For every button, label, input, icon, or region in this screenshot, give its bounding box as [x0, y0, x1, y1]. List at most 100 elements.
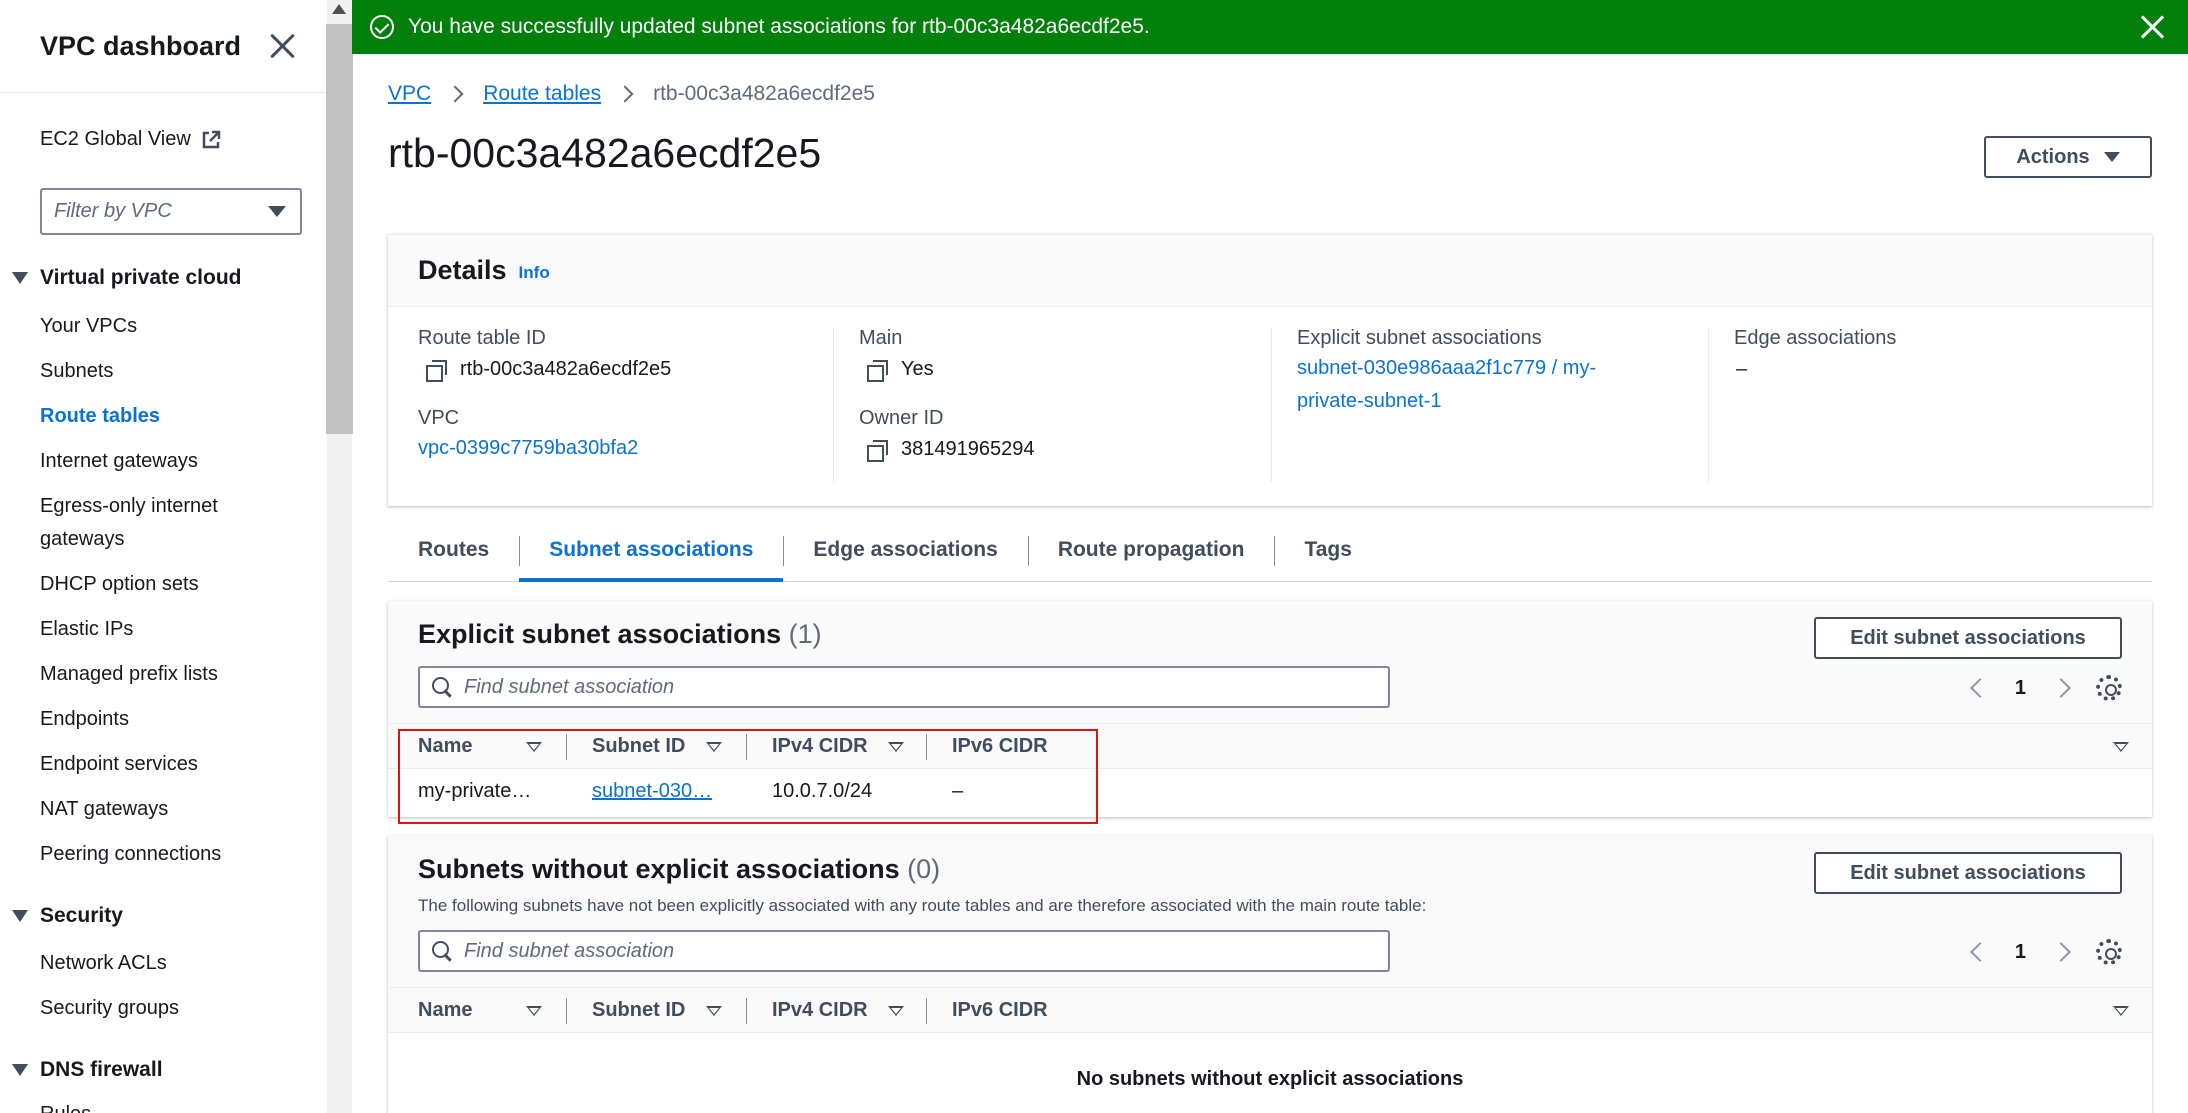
- caret-down-icon: [12, 1064, 28, 1076]
- success-flash-banner: You have successfully updated subnet ass…: [352, 0, 2188, 54]
- implicit-description: The following subnets have not been expl…: [418, 896, 1427, 915]
- sidebar-item-endpoints[interactable]: Endpoints: [40, 703, 300, 736]
- details-col-2: Main Yes Owner ID 381491965294: [833, 327, 1258, 482]
- tab-edge-associations[interactable]: Edge associations: [783, 528, 1027, 582]
- scroll-up-arrow-icon[interactable]: [332, 4, 346, 14]
- dismiss-icon[interactable]: [2140, 15, 2164, 39]
- sidebar-item-internet-gateways[interactable]: Internet gateways: [40, 445, 300, 478]
- filter-placeholder: Filter by VPC: [54, 200, 172, 222]
- section-virtual-private-cloud[interactable]: Virtual private cloud: [12, 266, 242, 290]
- column-divider[interactable]: [566, 998, 567, 1024]
- explicit-associations-label: Explicit subnet associations: [1297, 327, 1542, 349]
- tab-list: Routes Subnet associations Edge associat…: [388, 528, 2152, 582]
- sidebar-header: VPC dashboard: [0, 0, 327, 93]
- filter-by-vpc-select[interactable]: Filter by VPC: [40, 188, 302, 235]
- chevron-right-icon: [616, 85, 634, 103]
- sidebar-item-managed-prefix-lists[interactable]: Managed prefix lists: [40, 658, 300, 691]
- settings-gear-icon[interactable]: [2096, 675, 2122, 701]
- sidebar-item-endpoint-services[interactable]: Endpoint services: [40, 748, 300, 781]
- sidebar-item-dhcp-option-sets[interactable]: DHCP option sets: [40, 568, 300, 601]
- edit-subnet-associations-button[interactable]: Edit subnet associations: [1814, 617, 2122, 659]
- search-input[interactable]: Find subnet association: [418, 930, 1390, 972]
- col-header-subnet-id[interactable]: Subnet ID: [592, 999, 685, 1022]
- section-security[interactable]: Security: [12, 904, 123, 928]
- settings-gear-icon[interactable]: [2096, 939, 2122, 965]
- caret-down-icon: [2103, 152, 2120, 162]
- sidebar-title: VPC dashboard: [40, 30, 242, 61]
- column-options-icon[interactable]: [2113, 1006, 2129, 1016]
- main: Yes: [901, 358, 934, 380]
- sort-icon[interactable]: [526, 1006, 542, 1016]
- col-header-name[interactable]: Name: [418, 999, 472, 1022]
- info-link[interactable]: Info: [519, 263, 550, 283]
- copy-icon[interactable]: [426, 359, 447, 382]
- chevron-left-icon[interactable]: [1969, 678, 1990, 698]
- search-placeholder: Find subnet association: [464, 675, 675, 698]
- sidebar-item-peering-connections[interactable]: Peering connections: [40, 838, 300, 871]
- sort-icon[interactable]: [706, 1006, 722, 1016]
- col-header-ipv4-cidr[interactable]: IPv4 CIDR: [772, 999, 868, 1022]
- sidebar-item-egress-only-internet-gateways[interactable]: Egress-only internet gateways: [40, 490, 300, 556]
- page-number[interactable]: 1: [2015, 677, 2026, 700]
- sidebar-item-your-vpcs[interactable]: Your VPCs: [40, 310, 300, 343]
- explicit-title-text: Explicit subnet associations: [418, 619, 782, 649]
- external-link-icon: [202, 130, 221, 148]
- chevron-left-icon[interactable]: [1969, 942, 1990, 962]
- vpc-label: VPC: [418, 407, 460, 429]
- highlight-box: [398, 729, 1098, 824]
- owner-id: 381491965294: [901, 438, 1035, 460]
- tab-routes[interactable]: Routes: [388, 528, 519, 582]
- explicit-associations-link[interactable]: subnet-030e986aaa2f1c779 / my- private-s…: [1297, 352, 1708, 418]
- edge-associations-value: –: [1736, 358, 1748, 380]
- ec2-global-view-link[interactable]: EC2 Global View: [40, 128, 221, 151]
- explicit-table-title: Explicit subnet associations (1): [418, 619, 822, 650]
- explicit-link-line-2: private-subnet-1: [1297, 390, 1442, 412]
- edge-associations-label: Edge associations: [1734, 327, 1897, 349]
- sidebar-item-security-groups[interactable]: Security groups: [40, 992, 300, 1025]
- section-label: DNS firewall: [40, 1058, 163, 1081]
- breadcrumb-vpc[interactable]: VPC: [388, 82, 431, 106]
- sidebar-item-route-tables[interactable]: Route tables: [40, 400, 300, 433]
- section-dns-firewall[interactable]: DNS firewall: [12, 1058, 163, 1082]
- implicit-column-headers: Name Subnet ID IPv4 CIDR IPv6 CIDR: [388, 988, 2152, 1033]
- sort-icon[interactable]: [888, 1006, 904, 1016]
- flash-message: You have successfully updated subnet ass…: [408, 15, 1150, 38]
- explicit-table-header: Explicit subnet associations (1) Edit su…: [388, 601, 2152, 724]
- actions-label: Actions: [2016, 145, 2090, 168]
- section-label: Security: [40, 904, 123, 927]
- chevron-right-icon[interactable]: [2051, 678, 2071, 698]
- tab-tags[interactable]: Tags: [1274, 528, 1381, 582]
- copy-icon[interactable]: [867, 439, 888, 462]
- tab-subnet-associations[interactable]: Subnet associations: [519, 528, 784, 582]
- sidebar-item-elastic-ips[interactable]: Elastic IPs: [40, 613, 300, 646]
- col-label: IPv6 CIDR: [952, 998, 1048, 1021]
- vpc-link[interactable]: vpc-0399c7759ba30bfa2: [418, 432, 818, 465]
- breadcrumb-current: rtb-00c3a482a6ecdf2e5: [653, 82, 875, 105]
- caret-down-icon: [12, 910, 28, 922]
- sidebar-item-network-acls[interactable]: Network ACLs: [40, 947, 300, 980]
- col-header-ipv6-cidr[interactable]: IPv6 CIDR: [952, 999, 1048, 1022]
- col-label: Name: [418, 998, 473, 1021]
- main-value: Yes: [867, 358, 1258, 382]
- col-label: Subnet ID: [592, 998, 686, 1021]
- owner-id-value: 381491965294: [867, 438, 1258, 462]
- page-number[interactable]: 1: [2015, 941, 2026, 964]
- tab-route-propagation[interactable]: Route propagation: [1027, 528, 1275, 582]
- search-input[interactable]: Find subnet association: [418, 666, 1390, 708]
- close-icon[interactable]: [269, 32, 297, 60]
- scrollbar-thumb[interactable]: [326, 24, 353, 434]
- column-divider[interactable]: [926, 998, 927, 1024]
- column-options-icon[interactable]: [2113, 742, 2129, 752]
- actions-button[interactable]: Actions: [1984, 136, 2152, 178]
- sidebar-item-rules[interactable]: Rules: [40, 1098, 300, 1113]
- empty-state-message: No subnets without explicit associations: [1076, 1068, 1464, 1090]
- implicit-count: (0): [907, 854, 941, 884]
- sidebar-item-nat-gateways[interactable]: NAT gateways: [40, 793, 300, 826]
- breadcrumb-route-tables[interactable]: Route tables: [483, 82, 601, 106]
- chevron-right-icon[interactable]: [2051, 942, 2071, 962]
- main-label: Main: [859, 327, 903, 349]
- column-divider[interactable]: [746, 998, 747, 1024]
- edit-subnet-associations-button[interactable]: Edit subnet associations: [1814, 852, 2122, 894]
- sidebar-item-subnets[interactable]: Subnets: [40, 355, 300, 388]
- copy-icon[interactable]: [867, 359, 888, 382]
